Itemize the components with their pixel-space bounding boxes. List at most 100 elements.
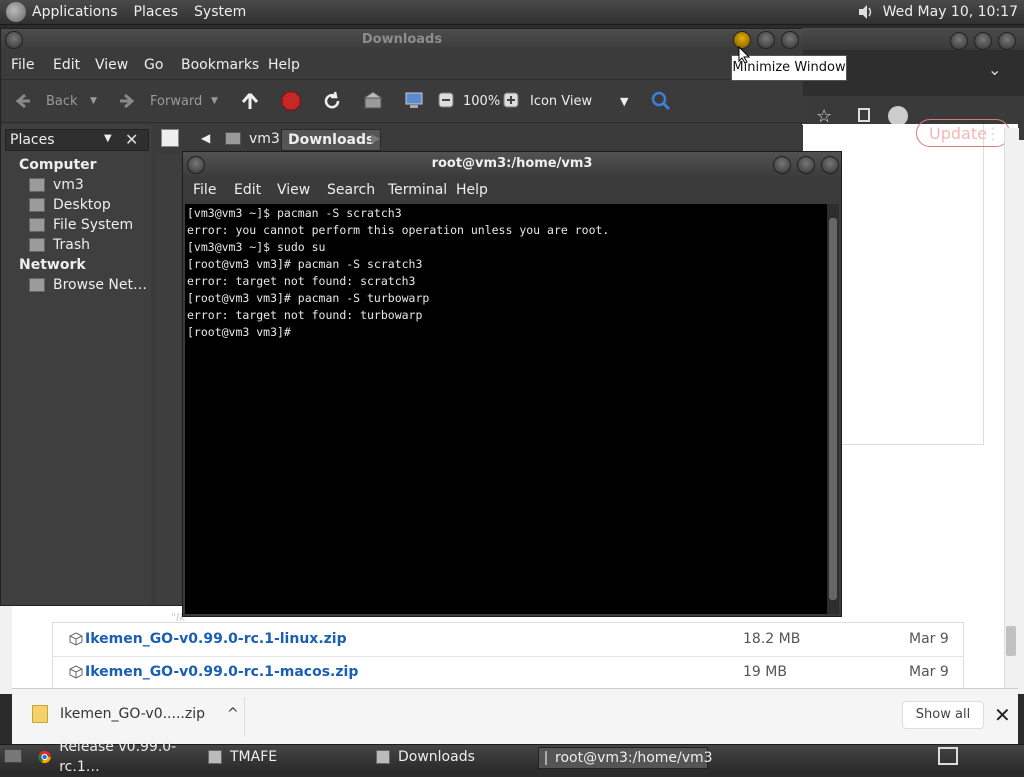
task-tmafe[interactable]: TMAFE: [202, 747, 374, 767]
menu-help[interactable]: Help: [268, 57, 300, 73]
shelf-divider: [244, 697, 245, 737]
maximize-button[interactable]: [797, 156, 815, 174]
close-icon[interactable]: ✕: [994, 703, 1011, 727]
task-label: Release v0.99.0-rc.1…: [59, 739, 177, 775]
up-arrow-icon[interactable]: [240, 91, 260, 111]
browser-scroll-thumb[interactable]: [1006, 626, 1016, 656]
task-browser[interactable]: Release v0.99.0-rc.1…: [32, 739, 214, 775]
sidebar-item-vm3[interactable]: vm3: [29, 177, 84, 193]
menu-view[interactable]: View: [277, 182, 310, 198]
trash-icon: [29, 238, 45, 252]
profile-avatar-icon[interactable]: [888, 106, 908, 126]
zoom-level[interactable]: 100%: [463, 94, 500, 109]
places-dropdown-chevron-icon[interactable]: ▼: [104, 133, 112, 144]
sidebar-item-file-system[interactable]: File System: [29, 217, 133, 233]
show-desktop-icon[interactable]: [4, 749, 22, 763]
terminal-line: [root@vm3 vm3]# pacman -S turbowarp: [187, 291, 430, 305]
breadcrumb-left-arrow-icon[interactable]: ◀: [201, 131, 210, 145]
minimize-button[interactable]: [773, 156, 791, 174]
sidebar-item-desktop[interactable]: Desktop: [29, 197, 111, 213]
menu-search[interactable]: Search: [327, 182, 375, 198]
browser-close-button[interactable]: [998, 32, 1016, 50]
file-manager-titlebar[interactable]: Downloads: [1, 29, 803, 51]
menu-terminal[interactable]: Terminal: [388, 182, 447, 198]
sidebar-item-label: Trash: [53, 237, 90, 253]
asset-link[interactable]: Ikemen_GO-v0.99.0-rc.1-macos.zip: [85, 664, 358, 680]
menu-edit[interactable]: Edit: [234, 182, 261, 198]
browser-scrollbar[interactable]: [1004, 128, 1019, 688]
package-icon: [69, 632, 83, 646]
breadcrumb-vm3[interactable]: vm3: [243, 129, 286, 149]
computer-icon[interactable]: [404, 91, 424, 111]
top-panel: Applications Places System Wed May 10, 1…: [0, 0, 1024, 25]
chevron-up-icon[interactable]: ^: [227, 706, 239, 722]
back-button[interactable]: Back: [46, 94, 78, 109]
menu-edit[interactable]: Edit: [53, 57, 80, 73]
asset-date: Mar 9: [909, 664, 949, 680]
menu-help[interactable]: Help: [456, 182, 488, 198]
menu-go[interactable]: Go: [144, 57, 163, 73]
menu-view[interactable]: View: [95, 57, 128, 73]
terminal-line: error: target not found: turbowarp: [187, 308, 423, 322]
side-panel-icon[interactable]: [858, 108, 870, 122]
download-item-label: Ikemen_GO-v0.....zip: [60, 706, 205, 722]
update-button[interactable]: Update ⋮: [916, 119, 1010, 147]
search-icon[interactable]: [651, 91, 671, 111]
edit-location-icon[interactable]: [161, 129, 179, 147]
menu-file[interactable]: File: [193, 182, 216, 198]
breadcrumb-downloads[interactable]: Downloads: [281, 129, 382, 151]
view-mode-select[interactable]: Icon View: [530, 94, 592, 109]
menu-file[interactable]: File: [11, 57, 34, 73]
terminal-window: root@vm3:/home/vm3 File Edit View Search…: [182, 151, 842, 617]
task-downloads[interactable]: Downloads: [370, 747, 542, 767]
maximize-button[interactable]: [757, 31, 775, 49]
terminal-scroll-thumb[interactable]: [829, 218, 837, 600]
bottom-taskbar: Release v0.99.0-rc.1… TMAFE Downloads ro…: [0, 739, 1024, 775]
terminal-titlebar[interactable]: root@vm3:/home/vm3: [183, 152, 841, 176]
menu-bookmarks[interactable]: Bookmarks: [181, 57, 259, 73]
reload-icon[interactable]: [322, 91, 342, 111]
view-mode-chevron-icon[interactable]: ▼: [620, 95, 628, 108]
breadcrumb-right-arrow-icon[interactable]: ▶: [371, 131, 380, 145]
terminal-title: root@vm3:/home/vm3: [431, 156, 593, 171]
terminal-output[interactable]: [vm3@vm3 ~]$ pacman -S scratch3 error: y…: [185, 204, 827, 614]
gnome-foot-icon[interactable]: [6, 2, 26, 22]
volume-icon[interactable]: [857, 3, 875, 21]
file-manager-title: Downloads: [361, 32, 443, 47]
stop-icon[interactable]: [281, 91, 301, 111]
forward-arrow-icon[interactable]: [117, 91, 137, 111]
asset-link[interactable]: Ikemen_GO-v0.99.0-rc.1-linux.zip: [85, 631, 347, 647]
chrome-icon: [38, 750, 51, 764]
tab-list-chevron-icon[interactable]: ⌄: [988, 60, 1001, 79]
places-menu[interactable]: Places: [134, 4, 179, 20]
browser-maximize-button[interactable]: [974, 32, 992, 50]
download-item[interactable]: Ikemen_GO-v0.....zip ^: [32, 705, 239, 723]
terminal-line: [vm3@vm3 ~]$ pacman -S scratch3: [187, 206, 402, 220]
clock[interactable]: Wed May 10, 10:17: [883, 4, 1018, 20]
system-menu[interactable]: System: [194, 4, 246, 20]
sidebar-item-label: File System: [53, 217, 134, 233]
forward-button[interactable]: Forward: [150, 94, 202, 109]
desktop-icon: [29, 198, 45, 212]
home-folder-icon[interactable]: [363, 91, 383, 111]
zoom-out-icon[interactable]: [438, 92, 454, 108]
browser-minimize-button[interactable]: [950, 32, 968, 50]
back-history-chevron-icon[interactable]: ▼: [90, 96, 97, 106]
back-arrow-icon[interactable]: [13, 91, 33, 111]
zip-file-icon: [32, 705, 48, 723]
sidebar-section-computer: Computer: [19, 157, 97, 173]
sidebar-close-icon[interactable]: ✕: [125, 130, 138, 149]
sidebar-item-browse-network[interactable]: Browse Net…: [29, 277, 147, 293]
show-all-button[interactable]: Show all: [902, 701, 984, 729]
task-terminal[interactable]: root@vm3:/home/vm3: [538, 747, 713, 769]
applications-menu[interactable]: Applications: [32, 4, 118, 20]
zoom-in-icon[interactable]: [503, 92, 519, 108]
workspace-switcher-icon[interactable]: [938, 747, 958, 765]
sidebar-item-trash[interactable]: Trash: [29, 237, 90, 253]
browser-menu-icon[interactable]: ⋮: [973, 120, 1001, 148]
terminal-line: [vm3@vm3 ~]$ sudo su: [187, 240, 326, 254]
close-button[interactable]: [821, 156, 839, 174]
close-button[interactable]: [781, 31, 799, 49]
forward-history-chevron-icon[interactable]: ▼: [211, 96, 218, 106]
folder-icon: [376, 750, 390, 764]
